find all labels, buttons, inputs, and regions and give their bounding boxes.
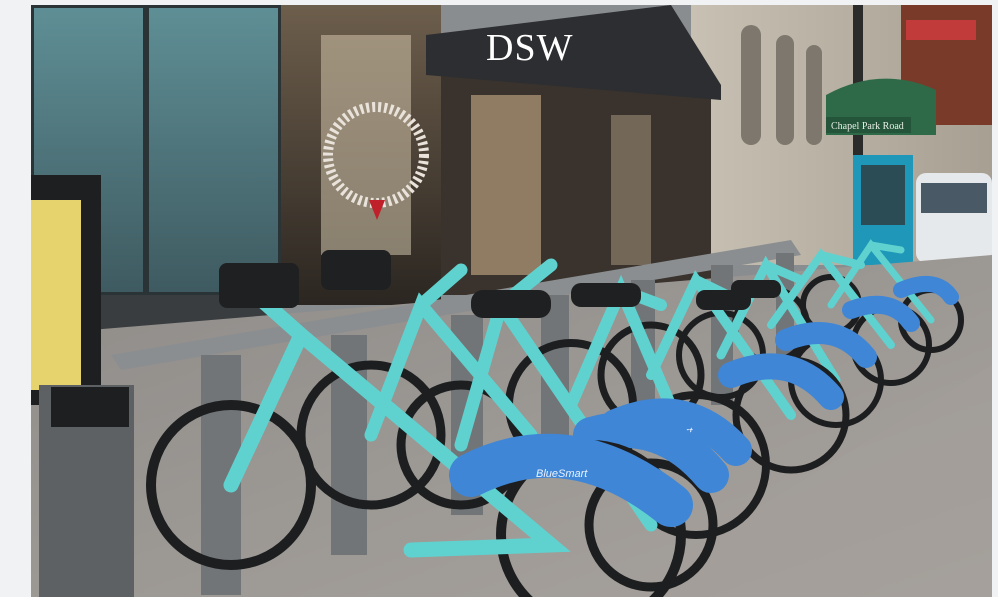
street-sign-text: Chapel Park Road (831, 121, 904, 132)
street-photo: DSW Chapel Park Road BlueSmart BlueSmart (31, 5, 992, 597)
fender-logo-front: BlueSmart (536, 468, 588, 480)
dsw-sign: DSW (486, 27, 573, 69)
